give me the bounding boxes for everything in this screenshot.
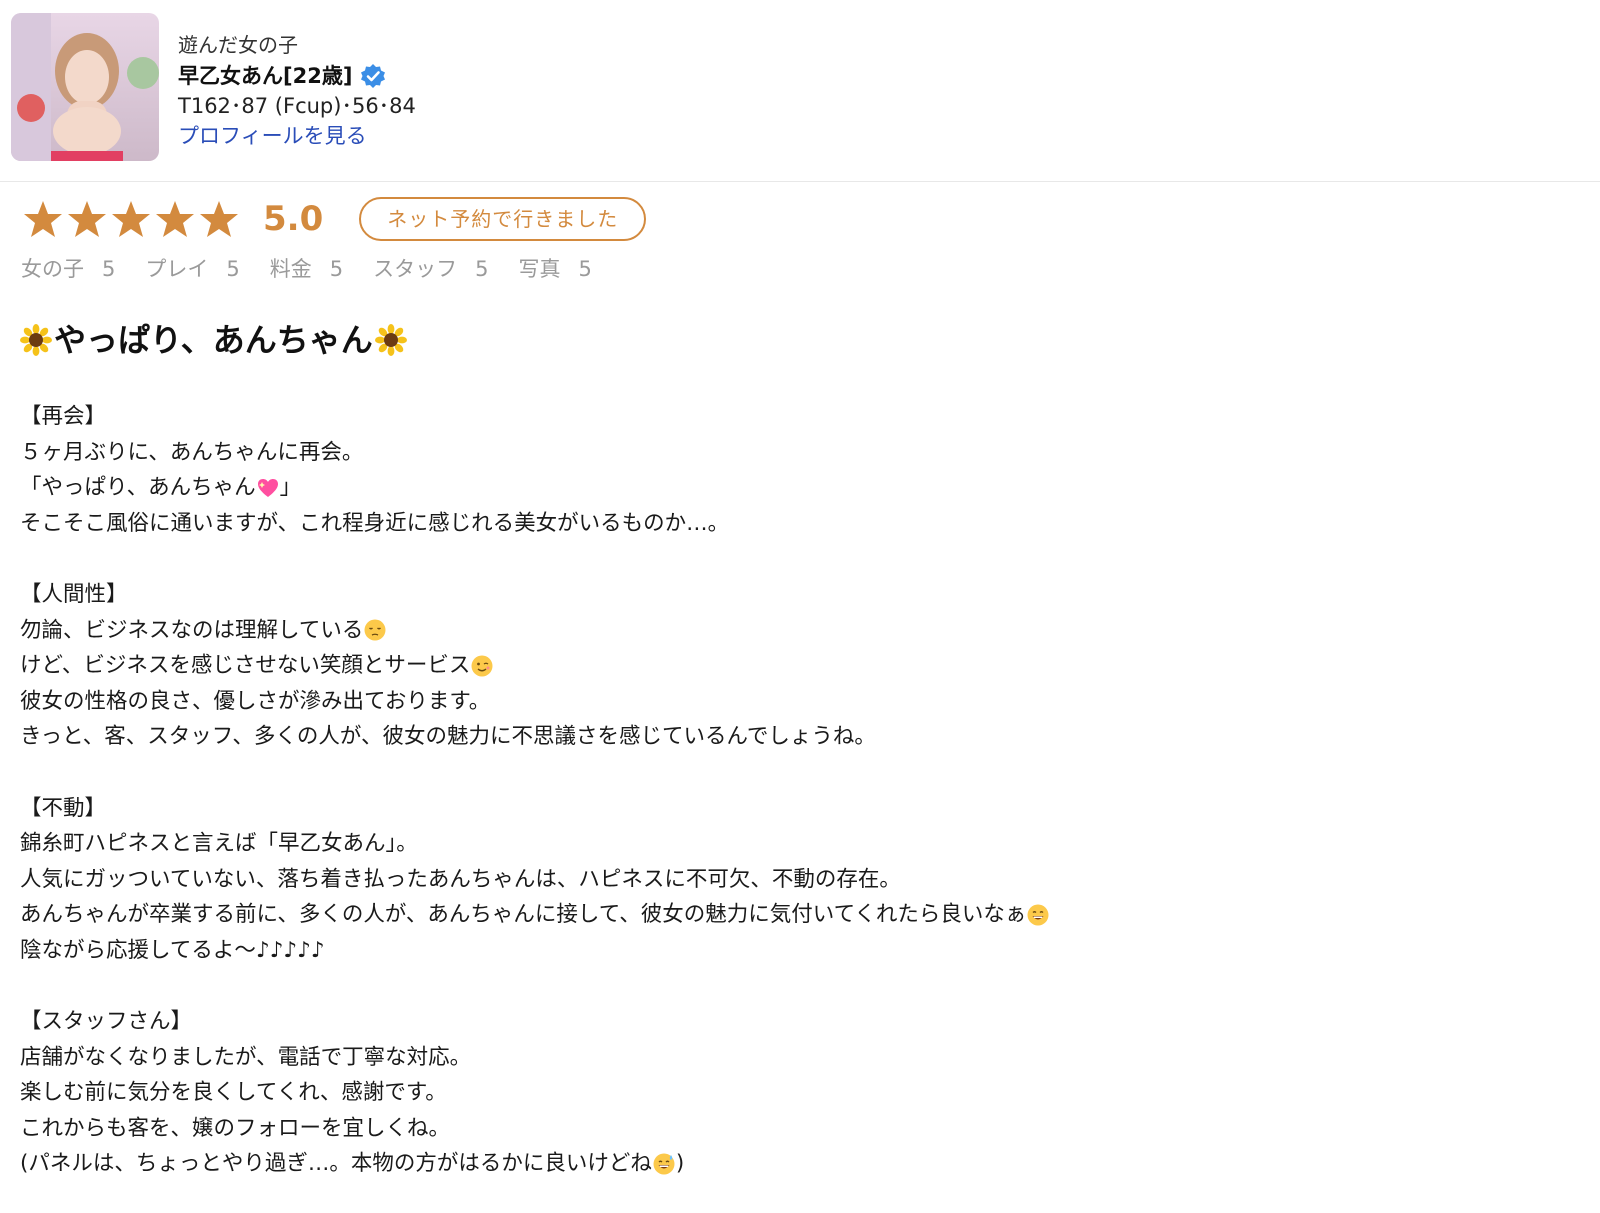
review-line: (パネルは、ちょっとやり過ぎ…。本物の方がはるかに良いけどね)	[20, 1146, 1050, 1182]
section-heading: 【再会】	[20, 404, 107, 429]
review-line: けど、ビジネスを感じさせない笑顔とサービス	[20, 648, 1050, 684]
review-line-text: ５ヶ月ぶりに、あんちゃんに再会。	[20, 439, 364, 465]
sweat-smile-icon	[653, 1153, 675, 1175]
review-line-text: 人気にガッついていない、落ち着き払ったあんちゃんは、ハピネスに不可欠、不動の存在…	[20, 866, 901, 892]
sunflower-icon	[20, 324, 52, 356]
grinning-face-icon	[1027, 904, 1049, 926]
sunflower-icon	[374, 324, 407, 356]
review-line: ５ヶ月ぶりに、あんちゃんに再会。	[20, 435, 1050, 471]
review-title: やっぱり、あんちゃん	[54, 321, 373, 359]
profile-header: 遊んだ女の子 早乙女あん[22歳] T162･87 (Fcup)･56･84 プ…	[0, 0, 1600, 182]
review-line-text: 「やっぱり、あんちゃん	[20, 475, 256, 501]
girl-measurements: T162･87 (Fcup)･56･84	[178, 94, 416, 118]
review-line: 陰ながら応援してるよ〜♪♪♪♪♪	[20, 933, 1050, 969]
rating-score: 5.0	[263, 199, 324, 239]
review-line: 彼女の性格の良さ、優しさが滲み出ております。	[20, 684, 1050, 720]
review-line-text: 勿論、ビジネスなのは理解している	[20, 617, 364, 643]
sparkling-heart-icon	[257, 478, 278, 497]
sub-rating-staff: スタッフ 5	[373, 257, 489, 281]
review-title-row: やっぱり、あんちゃん	[20, 318, 407, 362]
star-icon	[200, 201, 238, 237]
verified-badge-icon	[361, 64, 386, 88]
review-line: 楽しむ前に気分を良くしてくれ、感謝です。	[20, 1075, 1050, 1111]
sub-rating-girl: 女の子 5	[21, 257, 116, 281]
review-line: 錦糸町ハピネスと言えば「早乙女あん」。	[20, 826, 1050, 862]
net-reservation-badge: ネット予約で行きました	[359, 197, 647, 241]
rating-row: 5.0 ネット予約で行きました	[23, 197, 647, 241]
star-icon	[24, 201, 62, 237]
star-icon	[68, 201, 106, 237]
review-line-text: (パネルは、ちょっとやり過ぎ…。本物の方がはるかに良いけどね	[20, 1151, 652, 1177]
avatar[interactable]	[11, 13, 159, 161]
section-heading: 【不動】	[20, 795, 107, 821]
star-icon	[112, 201, 150, 237]
review-line-text: けど、ビジネスを感じさせない笑顔とサービス	[20, 653, 471, 679]
review-line-text: 陰ながら応援してるよ〜♪♪♪♪♪	[20, 937, 325, 963]
winking-face-icon	[471, 655, 493, 677]
sub-rating-play: プレイ 5	[145, 257, 240, 281]
star-rating	[23, 199, 243, 239]
review-line-text: きっと、客、スタッフ、多くの人が、彼女の魅力に不思議さを感じているんでしょうね。	[20, 724, 876, 750]
review-line-text: 店舗がなくなりましたが、電話で丁寧な対応。	[20, 1044, 472, 1070]
review-line-text: 楽しむ前に気分を良くしてくれ、感謝です。	[20, 1080, 447, 1106]
review-line-text: 錦糸町ハピネスと言えば「早乙女あん」。	[20, 831, 418, 857]
review-line: あんちゃんが卒業する前に、多くの人が、あんちゃんに接して、彼女の魅力に気付いてく…	[20, 897, 1050, 933]
view-profile-link[interactable]: プロフィールを見る	[178, 121, 416, 151]
review-line: 人気にガッついていない、落ち着き払ったあんちゃんは、ハピネスに不可欠、不動の存在…	[20, 862, 1050, 898]
profile-caption: 遊んだ女の子	[178, 33, 298, 57]
review-line-text: あんちゃんが卒業する前に、多くの人が、あんちゃんに接して、彼女の魅力に気付いてく…	[20, 902, 1027, 928]
review-line-text: 彼女の性格の良さ、優しさが滲み出ております。	[20, 688, 491, 714]
review-line: きっと、客、スタッフ、多くの人が、彼女の魅力に不思議さを感じているんでしょうね。	[20, 719, 1050, 755]
review-line: そこそこ風俗に通いますが、これ程身近に感じれる美女がいるものか…。	[20, 506, 1050, 542]
section-heading: 【スタッフさん】	[20, 1009, 193, 1035]
review-line: 勿論、ビジネスなのは理解している	[20, 613, 1050, 649]
sub-ratings: 女の子 5 プレイ 5 料金 5 スタッフ 5 写真 5	[21, 253, 622, 283]
review-body: 【再会】 ５ヶ月ぶりに、あんちゃんに再会。 「やっぱり、あんちゃん」そこそこ風俗に通…	[20, 399, 1050, 1182]
girl-name[interactable]: 早乙女あん[22歳]	[178, 61, 352, 91]
review-line: 店舗がなくなりましたが、電話で丁寧な対応。	[20, 1040, 1050, 1076]
avatar-photo	[11, 13, 159, 161]
review-line-suffix: )	[675, 1151, 685, 1177]
pensive-face-icon	[364, 619, 386, 641]
review-line-text: そこそこ風俗に通いますが、これ程身近に感じれる美女がいるものか…。	[20, 510, 730, 536]
review-line-text: これからも客を、嬢のフォローを宜しくね。	[20, 1115, 451, 1141]
review-line-suffix: 」	[279, 475, 302, 501]
sub-rating-price: 料金 5	[269, 257, 344, 281]
sub-rating-photo: 写真 5	[518, 257, 592, 281]
section-heading: 【人間性】	[20, 581, 128, 607]
review-line: 「やっぱり、あんちゃん」	[20, 470, 1050, 506]
star-icon	[156, 201, 194, 237]
review-line: これからも客を、嬢のフォローを宜しくね。	[20, 1111, 1050, 1147]
